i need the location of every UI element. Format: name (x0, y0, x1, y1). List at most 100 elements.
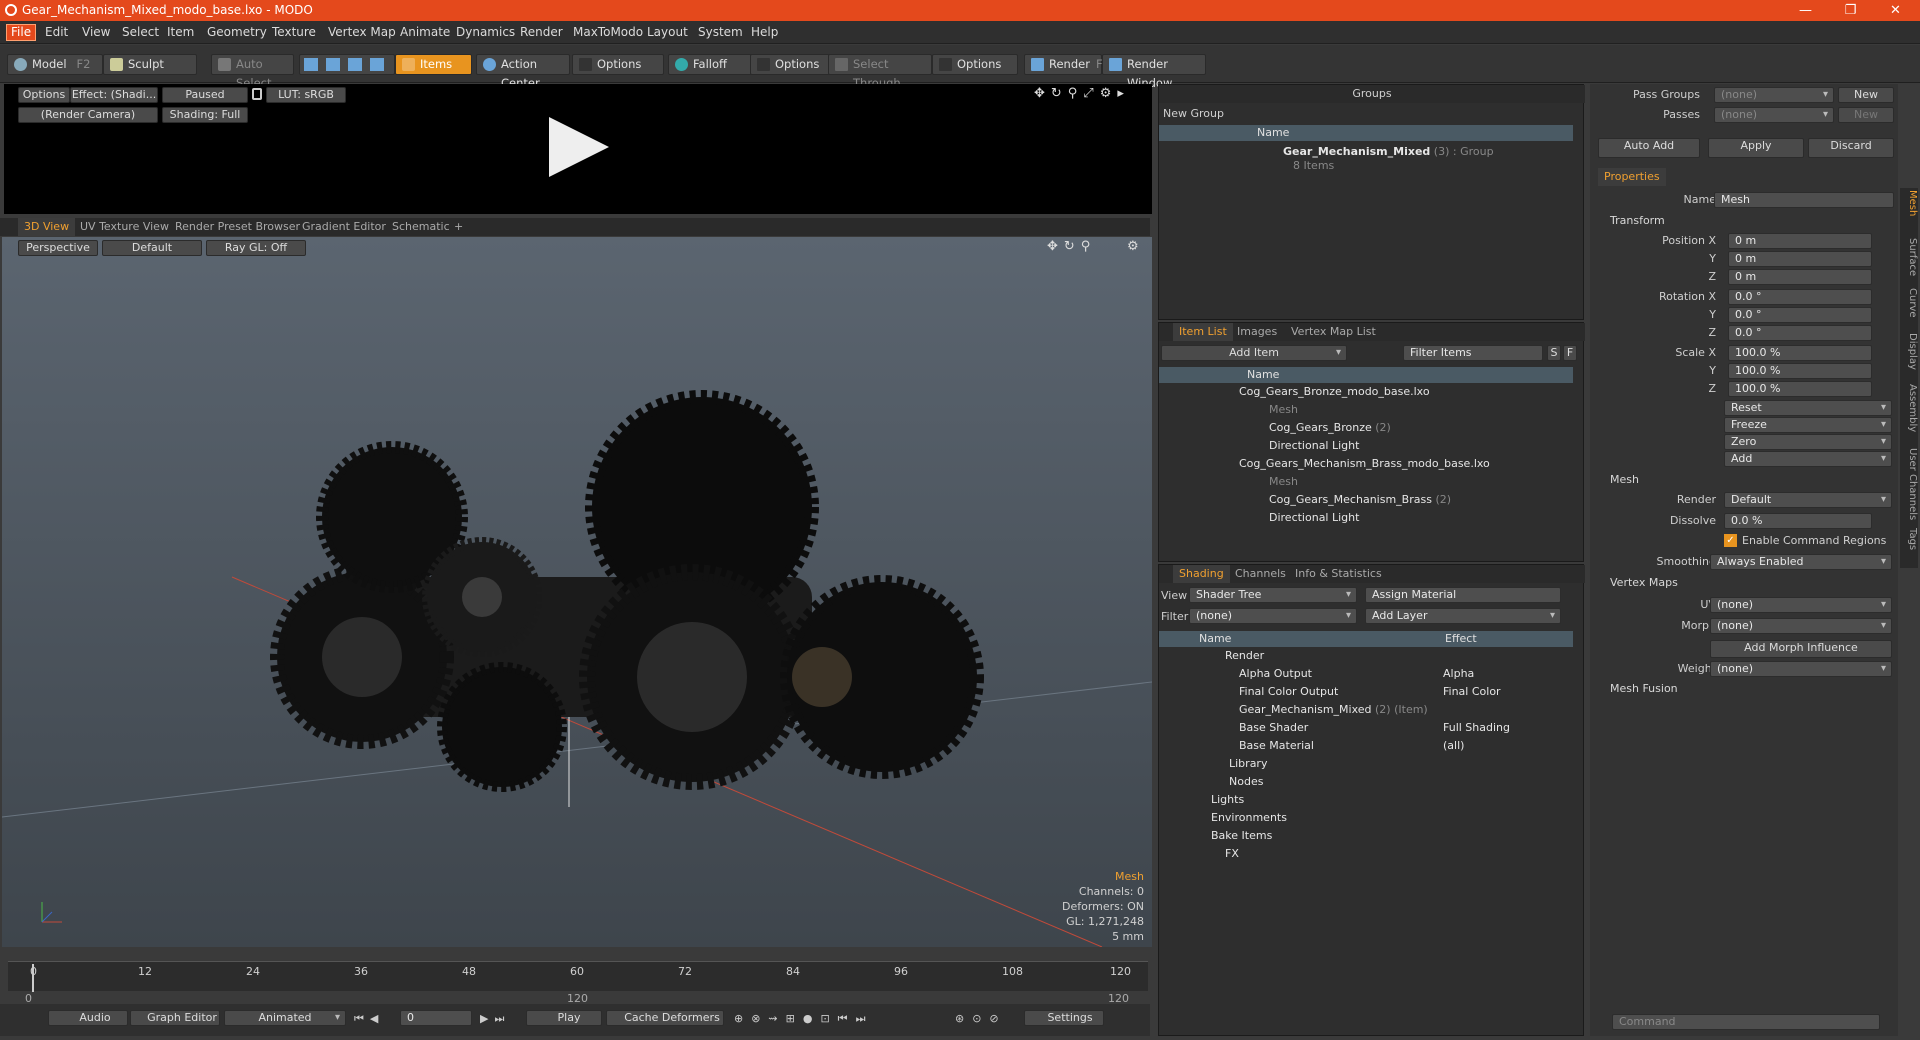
menu-render[interactable]: Render (520, 25, 563, 39)
shader-row-final-color[interactable]: Final Color Output (1239, 683, 1338, 701)
shader-effect-alpha[interactable]: Alpha (1443, 665, 1474, 683)
passes-dropdown[interactable]: (none) (1714, 107, 1834, 123)
render-button[interactable]: RenderF9 (1024, 54, 1110, 75)
filter-s-button[interactable]: S (1547, 345, 1561, 361)
tab-images[interactable]: Images (1231, 323, 1283, 341)
vertex-maps-section[interactable]: Vertex Maps (1610, 576, 1678, 589)
groups-column-name[interactable]: Name (1159, 125, 1573, 141)
shader-row-fx[interactable]: FX (1225, 845, 1239, 863)
add-dropdown[interactable]: Add (1724, 451, 1892, 467)
default-style-dropdown[interactable]: Default (102, 240, 202, 256)
scale-z-field[interactable]: 100.0 % (1728, 381, 1872, 397)
animated-dropdown[interactable]: Animated (224, 1010, 346, 1026)
list-item[interactable]: Mesh (1269, 473, 1298, 491)
position-x-field[interactable]: 0 m (1728, 233, 1872, 249)
add-item-dropdown[interactable]: Add Item (1161, 345, 1347, 361)
current-frame-input[interactable]: 0 (400, 1010, 472, 1026)
preview-effect-dropdown[interactable]: Effect: (Shadi... (70, 87, 158, 103)
edges-mode-icon[interactable] (326, 58, 340, 71)
menu-dynamics[interactable]: Dynamics (456, 25, 515, 39)
graph-editor-button[interactable]: Graph Editor (130, 1010, 220, 1026)
transform-section[interactable]: Transform (1610, 214, 1665, 227)
rotation-z-field[interactable]: 0.0 ° (1728, 325, 1872, 341)
menu-file[interactable]: File (6, 24, 37, 41)
auto-select-button[interactable]: Auto Select (211, 54, 294, 90)
menu-view[interactable]: View (82, 25, 110, 39)
rotation-y-field[interactable]: 0.0 ° (1728, 307, 1872, 323)
list-item[interactable]: Cog_Gears_Bronze_modo_base.lxo (1239, 383, 1430, 401)
menu-select[interactable]: Select (122, 25, 159, 39)
list-item[interactable]: Directional Light (1269, 437, 1359, 455)
close-button[interactable]: ✕ (1873, 0, 1918, 21)
auto-add-button[interactable]: Auto Add (1598, 138, 1700, 158)
shading-column-effect[interactable]: Effect (1445, 631, 1477, 647)
itemlist-column-name[interactable]: Name (1159, 367, 1573, 383)
viewport-settings-icon[interactable]: ⚙ (1127, 239, 1139, 254)
vertices-mode-icon[interactable] (304, 58, 318, 71)
shader-row-library[interactable]: Library (1229, 755, 1267, 773)
smoothing-dropdown[interactable]: Always Enabled (1710, 554, 1892, 570)
shader-row-base-shader[interactable]: Base Shader (1239, 719, 1308, 737)
polygons-mode-icon[interactable] (348, 58, 362, 71)
tab-render-preset-browser[interactable]: Render Preset Browser (169, 218, 306, 236)
settings-button[interactable]: Settings (1024, 1010, 1104, 1026)
play-preview-icon[interactable] (544, 112, 614, 182)
mesh-fusion-section[interactable]: Mesh Fusion (1610, 682, 1678, 695)
side-tab-surface[interactable]: Surface (1902, 238, 1918, 276)
menu-layout[interactable]: Layout (647, 25, 688, 39)
tab-schematic[interactable]: Schematic (386, 218, 456, 236)
shader-row-nodes[interactable]: Nodes (1229, 773, 1263, 791)
item-name-field[interactable]: Mesh (1714, 192, 1894, 208)
shader-effect-final-color[interactable]: Final Color (1443, 683, 1501, 701)
tab-channels[interactable]: Channels (1229, 565, 1292, 583)
tab-3d-view[interactable]: 3D View (18, 218, 76, 236)
new-pass-group-button[interactable]: New (1838, 87, 1894, 103)
shading-column-name[interactable]: Name Effect (1159, 631, 1573, 647)
mesh-section[interactable]: Mesh (1610, 473, 1639, 486)
shader-row-environments[interactable]: Environments (1211, 809, 1287, 827)
enable-command-regions-checkbox[interactable]: ✓ (1724, 534, 1737, 547)
add-morph-influence-button[interactable]: Add Morph Influence (1710, 640, 1892, 658)
menu-help[interactable]: Help (751, 25, 778, 39)
action-center-button[interactable]: Action Center (476, 54, 570, 90)
tab-uv-texture-view[interactable]: UV Texture View (74, 218, 175, 236)
shader-effect-full-shading[interactable]: Full Shading (1443, 719, 1510, 737)
materials-mode-icon[interactable] (370, 58, 384, 71)
minimize-button[interactable]: — (1783, 0, 1828, 21)
menu-system[interactable]: System (698, 25, 743, 39)
filter-f-button[interactable]: F (1563, 345, 1577, 361)
menu-vertex-map[interactable]: Vertex Map (328, 25, 396, 39)
timeline[interactable]: 0 12 24 36 48 60 72 84 96 108 120 0 120 … (0, 955, 1150, 1005)
skip-back-icons[interactable]: ⏮◀ (354, 1012, 384, 1026)
keyframe-tool-icons[interactable]: ⊕⊗⇝⊞●⊡⏮⏭ (734, 1012, 873, 1026)
shading-dropdown[interactable]: Shading: Full (162, 107, 248, 123)
apply-button[interactable]: Apply (1708, 138, 1804, 158)
rotation-x-field[interactable]: 0.0 ° (1728, 289, 1872, 305)
list-item[interactable]: Cog_Gears_Mechanism_Brass_modo_base.lxo (1239, 455, 1490, 473)
select-through-button[interactable]: Select Through (828, 54, 932, 90)
add-tab-icon[interactable]: + (448, 218, 469, 236)
record-tool-icons[interactable]: ⊛⊙⊘ (955, 1012, 1007, 1025)
freeze-dropdown[interactable]: Freeze (1724, 417, 1892, 433)
step-forward-icons[interactable]: ▶⏭ (480, 1012, 510, 1026)
menu-texture[interactable]: Texture (272, 25, 316, 39)
sculpt-mode-button[interactable]: Sculpt (103, 54, 197, 75)
side-tab-display[interactable]: Display (1902, 333, 1918, 370)
lut-dropdown[interactable]: LUT: sRGB (266, 87, 346, 103)
shader-row-alpha-output[interactable]: Alpha Output (1239, 665, 1312, 683)
raygl-dropdown[interactable]: Ray GL: Off (206, 240, 306, 256)
side-tab-user-channels[interactable]: User Channels (1902, 448, 1918, 520)
add-layer-dropdown[interactable]: Add Layer (1365, 608, 1561, 624)
viewport-nav-icons[interactable]: ✥↻⚲ (1047, 239, 1096, 254)
shader-effect-all[interactable]: (all) (1443, 737, 1464, 755)
falloff-options-button[interactable]: Options (750, 54, 830, 75)
perspective-dropdown[interactable]: Perspective (18, 240, 98, 256)
playhead[interactable] (32, 964, 34, 992)
shader-row-render[interactable]: Render (1225, 647, 1264, 665)
cache-deformers-button[interactable]: Cache Deformers (606, 1010, 724, 1026)
select-through-options-button[interactable]: Options (932, 54, 1018, 75)
action-center-options-button[interactable]: Options (572, 54, 664, 75)
side-tab-tags[interactable]: Tags (1902, 528, 1918, 550)
3d-viewport[interactable]: Perspective Default Ray GL: Off ✥↻⚲ ⚙ Me… (2, 237, 1152, 947)
list-item[interactable]: Mesh (1269, 401, 1298, 419)
